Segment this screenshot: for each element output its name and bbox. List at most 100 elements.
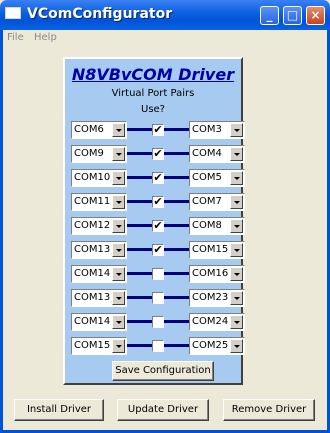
port-pair-row: COM9 ✔ COM4 [71, 145, 245, 163]
pair-link-line [127, 224, 152, 227]
pair-link-line [164, 128, 189, 131]
update-driver-button[interactable]: Update Driver [117, 399, 209, 421]
pair-link-line [164, 176, 189, 179]
use-checkbox[interactable]: ✔ [152, 172, 164, 184]
right-port-select[interactable]: COM25 [189, 337, 245, 355]
left-port-value: COM9 [74, 148, 104, 159]
use-checkbox[interactable]: ✔ [152, 124, 164, 136]
dropdown-arrow-icon[interactable] [112, 171, 125, 185]
right-port-select[interactable]: COM3 [189, 121, 245, 139]
port-pair-row: COM15 COM25 [71, 337, 245, 355]
right-port-select[interactable]: COM15 [189, 241, 245, 259]
menu-help[interactable]: Help [34, 32, 57, 43]
left-port-select[interactable]: COM10 [71, 169, 127, 187]
right-port-select[interactable]: COM23 [189, 289, 245, 307]
right-port-value: COM8 [192, 220, 222, 231]
dropdown-arrow-icon[interactable] [112, 243, 125, 257]
dropdown-arrow-icon[interactable] [112, 267, 125, 281]
use-checkbox[interactable] [152, 268, 164, 280]
menu-bar: File Help [3, 30, 327, 48]
right-port-select[interactable]: COM4 [189, 145, 245, 163]
right-port-select[interactable]: COM16 [189, 265, 245, 283]
dropdown-arrow-icon[interactable] [230, 339, 243, 353]
dropdown-arrow-icon[interactable] [230, 195, 243, 209]
right-port-value: COM5 [192, 172, 222, 183]
dropdown-arrow-icon[interactable] [112, 123, 125, 137]
port-pair-row: COM10 ✔ COM5 [71, 169, 245, 187]
dropdown-arrow-icon[interactable] [230, 315, 243, 329]
dropdown-arrow-icon[interactable] [112, 147, 125, 161]
right-port-select[interactable]: COM5 [189, 169, 245, 187]
right-port-select[interactable]: COM7 [189, 193, 245, 211]
pair-link-line [127, 320, 152, 323]
pair-link-line [164, 272, 189, 275]
dropdown-arrow-icon[interactable] [230, 219, 243, 233]
dropdown-arrow-icon[interactable] [112, 291, 125, 305]
left-port-select[interactable]: COM6 [71, 121, 127, 139]
port-pair-row: COM12 ✔ COM8 [71, 217, 245, 235]
save-configuration-button[interactable]: Save Configuration [112, 361, 214, 381]
use-checkbox[interactable]: ✔ [152, 196, 164, 208]
dropdown-arrow-icon[interactable] [230, 267, 243, 281]
pair-link-line [164, 344, 189, 347]
pair-link-line [127, 272, 152, 275]
use-checkbox[interactable]: ✔ [152, 244, 164, 256]
minimize-button[interactable]: _ [260, 6, 279, 25]
pair-link-line [127, 248, 152, 251]
pair-link-line [164, 224, 189, 227]
dropdown-arrow-icon[interactable] [112, 315, 125, 329]
port-pair-row: COM6 ✔ COM3 [71, 121, 245, 139]
left-port-select[interactable]: COM15 [71, 337, 127, 355]
dropdown-arrow-icon[interactable] [230, 291, 243, 305]
use-checkbox[interactable] [152, 316, 164, 328]
use-checkbox[interactable] [152, 340, 164, 352]
dropdown-arrow-icon[interactable] [230, 171, 243, 185]
right-port-value: COM16 [192, 268, 229, 279]
dropdown-arrow-icon[interactable] [112, 195, 125, 209]
left-port-select[interactable]: COM14 [71, 265, 127, 283]
right-port-value: COM23 [192, 292, 229, 303]
pair-link-line [164, 200, 189, 203]
use-checkbox[interactable] [152, 292, 164, 304]
left-port-value: COM14 [74, 268, 111, 279]
menu-file[interactable]: File [7, 32, 24, 43]
dropdown-arrow-icon[interactable] [112, 339, 125, 353]
dropdown-arrow-icon[interactable] [112, 219, 125, 233]
left-port-select[interactable]: COM13 [71, 241, 127, 259]
title-bar[interactable]: VComConfigurator _ □ × [0, 0, 330, 30]
port-pair-row: COM14 COM16 [71, 265, 245, 283]
left-port-select[interactable]: COM14 [71, 313, 127, 331]
port-pair-row: COM13 COM23 [71, 289, 245, 307]
remove-driver-button[interactable]: Remove Driver [223, 399, 315, 421]
use-checkbox[interactable]: ✔ [152, 220, 164, 232]
right-port-value: COM25 [192, 340, 229, 351]
left-port-value: COM11 [74, 196, 111, 207]
left-port-value: COM13 [74, 244, 111, 255]
use-checkbox[interactable]: ✔ [152, 148, 164, 160]
left-port-value: COM10 [74, 172, 111, 183]
dropdown-arrow-icon[interactable] [230, 147, 243, 161]
right-port-select[interactable]: COM8 [189, 217, 245, 235]
driver-title: N8VBvCOM Driver [71, 65, 235, 84]
left-port-select[interactable]: COM9 [71, 145, 127, 163]
close-button[interactable]: × [306, 6, 325, 25]
left-port-select[interactable]: COM13 [71, 289, 127, 307]
left-port-value: COM12 [74, 220, 111, 231]
pair-link-line [127, 296, 152, 299]
right-port-value: COM24 [192, 316, 229, 327]
use-column-label: Use? [141, 104, 165, 115]
pair-link-line [127, 200, 152, 203]
pair-link-line [164, 248, 189, 251]
dropdown-arrow-icon[interactable] [230, 123, 243, 137]
left-port-select[interactable]: COM11 [71, 193, 127, 211]
maximize-button[interactable]: □ [283, 6, 302, 25]
install-driver-button[interactable]: Install Driver [14, 399, 104, 421]
dropdown-arrow-icon[interactable] [230, 243, 243, 257]
right-port-select[interactable]: COM24 [189, 313, 245, 331]
left-port-select[interactable]: COM12 [71, 217, 127, 235]
pair-link-line [164, 152, 189, 155]
pair-link-line [127, 152, 152, 155]
pair-link-line [164, 320, 189, 323]
left-port-value: COM6 [74, 124, 104, 135]
app-window-icon [5, 7, 21, 19]
